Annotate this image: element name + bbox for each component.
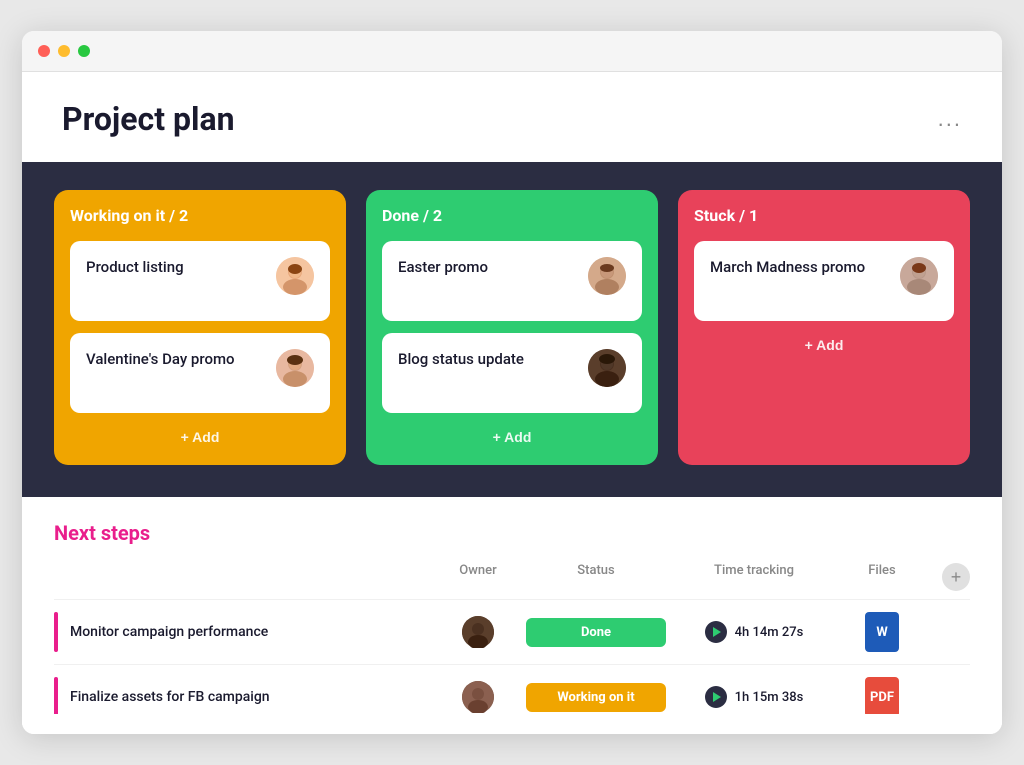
column-header-working: Working on it / 2 — [70, 206, 330, 225]
status-badge: Working on it — [526, 683, 666, 712]
add-card-stuck-button[interactable]: + Add — [694, 333, 954, 357]
play-button[interactable] — [705, 621, 727, 643]
close-dot[interactable] — [38, 45, 50, 57]
minimize-dot[interactable] — [58, 45, 70, 57]
table-row: Monitor campaign performance Done — [54, 599, 970, 664]
col-label-owner: Owner — [438, 563, 518, 591]
avatar — [276, 257, 314, 295]
table-header: Owner Status Time tracking Files + — [54, 563, 970, 599]
next-steps-section: Next steps Owner Status Time tracking Fi… — [22, 497, 1002, 734]
card-text: Easter promo — [398, 257, 580, 278]
owner-cell — [438, 616, 518, 648]
card-text: March Madness promo — [710, 257, 892, 278]
kanban-column-done: Done / 2 Easter promo Blog sta — [366, 190, 658, 465]
play-icon — [713, 627, 721, 637]
status-cell: Done — [526, 618, 666, 647]
time-tracking-cell: 4h 14m 27s — [674, 621, 834, 643]
status-badge: Done — [526, 618, 666, 647]
kanban-board: Working on it / 2 Product listing — [22, 162, 1002, 497]
time-tracking-cell: 1h 15m 38s — [674, 686, 834, 708]
time-value: 1h 15m 38s — [735, 690, 804, 705]
card-text: Product listing — [86, 257, 268, 278]
owner-avatar — [462, 616, 494, 648]
kanban-column-stuck: Stuck / 1 March Madness promo + Add — [678, 190, 970, 465]
add-card-working-button[interactable]: + Add — [70, 425, 330, 449]
next-steps-title: Next steps — [54, 521, 970, 545]
add-column-button[interactable]: + — [942, 563, 970, 591]
table-row: Finalize assets for FB campaign Working … — [54, 664, 970, 714]
card-blog-status[interactable]: Blog status update — [382, 333, 642, 413]
avatar — [588, 349, 626, 387]
row-indicator-bar — [54, 612, 58, 652]
status-cell: Working on it — [526, 683, 666, 712]
play-button[interactable] — [705, 686, 727, 708]
page-content: Project plan ... Working on it / 2 Produ… — [22, 72, 1002, 734]
col-label-time-tracking: Time tracking — [674, 563, 834, 591]
files-cell: W — [842, 612, 922, 652]
more-options-button[interactable]: ... — [938, 106, 962, 132]
browser-bar — [22, 31, 1002, 72]
page-header: Project plan ... — [22, 72, 1002, 162]
row-task-name: Finalize assets for FB campaign — [70, 689, 270, 705]
col-label-status: Status — [526, 563, 666, 591]
file-icon-word[interactable]: W — [865, 612, 899, 652]
add-card-done-button[interactable]: + Add — [382, 425, 642, 449]
avatar — [900, 257, 938, 295]
avatar — [276, 349, 314, 387]
card-text: Blog status update — [398, 349, 580, 370]
fullscreen-dot[interactable] — [78, 45, 90, 57]
time-value: 4h 14m 27s — [735, 625, 804, 640]
owner-avatar — [462, 681, 494, 713]
row-name-cell: Monitor campaign performance — [54, 612, 430, 652]
page-title: Project plan — [62, 100, 235, 138]
owner-cell — [438, 681, 518, 713]
files-cell: PDF — [842, 677, 922, 714]
browser-window: Project plan ... Working on it / 2 Produ… — [22, 31, 1002, 734]
row-name-cell: Finalize assets for FB campaign — [54, 677, 430, 714]
column-header-done: Done / 2 — [382, 206, 642, 225]
file-icon-pdf[interactable]: PDF — [865, 677, 899, 714]
avatar — [588, 257, 626, 295]
col-label-files: Files — [842, 563, 922, 591]
column-header-stuck: Stuck / 1 — [694, 206, 954, 225]
kanban-column-working: Working on it / 2 Product listing — [54, 190, 346, 465]
row-task-name: Monitor campaign performance — [70, 624, 268, 640]
play-icon — [713, 692, 721, 702]
card-march-madness[interactable]: March Madness promo — [694, 241, 954, 321]
card-easter-promo[interactable]: Easter promo — [382, 241, 642, 321]
col-label-name — [70, 563, 430, 591]
card-product-listing[interactable]: Product listing — [70, 241, 330, 321]
card-valentines-promo[interactable]: Valentine's Day promo — [70, 333, 330, 413]
row-indicator-bar — [54, 677, 58, 714]
card-text: Valentine's Day promo — [86, 349, 268, 370]
